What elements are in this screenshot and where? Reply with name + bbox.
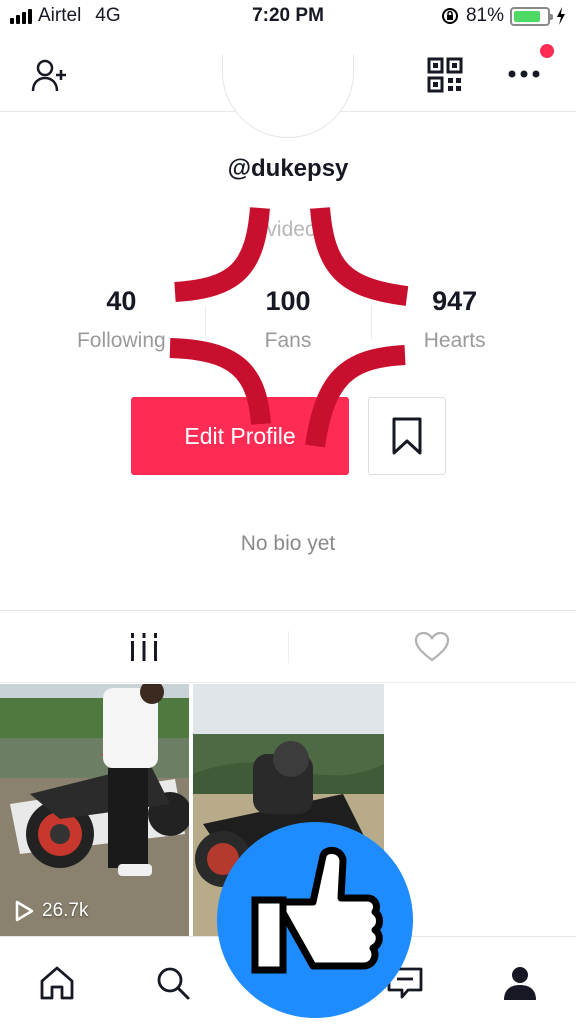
- avatar[interactable]: [222, 54, 354, 138]
- discover-icon: [157, 967, 190, 1000]
- inbox-icon: [387, 967, 423, 999]
- more-icon: [508, 70, 540, 78]
- nav-discover[interactable]: [151, 961, 195, 1005]
- more-options-button[interactable]: [504, 54, 544, 94]
- videos-grid-icon: [131, 632, 157, 661]
- tab-videos[interactable]: [0, 611, 288, 682]
- edit-profile-button[interactable]: Edit Profile: [131, 397, 349, 475]
- nav-inbox[interactable]: [383, 961, 427, 1005]
- me-icon: [504, 967, 536, 1000]
- username: @dukepsy: [227, 155, 349, 182]
- stat-label: Hearts: [423, 329, 486, 352]
- nav-me[interactable]: [498, 961, 542, 1005]
- liked-heart-icon: [414, 631, 450, 661]
- qr-code-icon: [427, 57, 463, 93]
- bottom-nav: [0, 936, 576, 1024]
- battery-percent: 81%: [465, 5, 504, 26]
- favorites-button[interactable]: [368, 397, 446, 475]
- bio-text: No bio yet: [240, 532, 336, 555]
- qr-code-button[interactable]: [424, 54, 466, 96]
- nav-home[interactable]: [35, 961, 79, 1005]
- view-count-text: 26.7k: [42, 900, 89, 921]
- status-right: 81%: [440, 5, 566, 27]
- bookmark-icon: [392, 417, 422, 455]
- charging-icon: [557, 7, 565, 25]
- play-icon: [15, 900, 34, 922]
- view-count: 26.7k: [14, 900, 88, 922]
- profile-stats: 40 Following 100 Fans 947 Hearts: [38, 286, 538, 358]
- stat-label: Following: [76, 329, 166, 352]
- home-icon: [40, 966, 74, 1000]
- create-icon: [268, 970, 308, 996]
- video-thumbnail[interactable]: 26.7k: [0, 684, 189, 936]
- stat-hearts[interactable]: 947 Hearts: [371, 286, 538, 358]
- stat-label: Fans: [264, 329, 312, 352]
- stat-following[interactable]: 40 Following: [38, 286, 205, 358]
- rotation-lock-icon: [441, 8, 458, 24]
- video-grid: 26.7k: [0, 684, 576, 936]
- status-bar: Airtel 4G 7:20 PM 81%: [0, 0, 576, 34]
- battery-icon: [510, 6, 553, 26]
- thumbnail-image: [193, 684, 384, 936]
- stat-fans[interactable]: 100 Fans: [204, 286, 372, 358]
- tab-liked[interactable]: [288, 611, 576, 682]
- stat-value: 947: [432, 286, 478, 316]
- stat-value: 100: [265, 286, 311, 316]
- content-tabs: [0, 611, 576, 683]
- video-thumbnail[interactable]: [193, 684, 384, 936]
- video-count: 2 videos: [248, 218, 328, 241]
- nav-create[interactable]: [266, 961, 310, 1005]
- thumbnail-image: [0, 684, 189, 936]
- stat-value: 40: [106, 286, 137, 316]
- notification-dot: [540, 44, 554, 58]
